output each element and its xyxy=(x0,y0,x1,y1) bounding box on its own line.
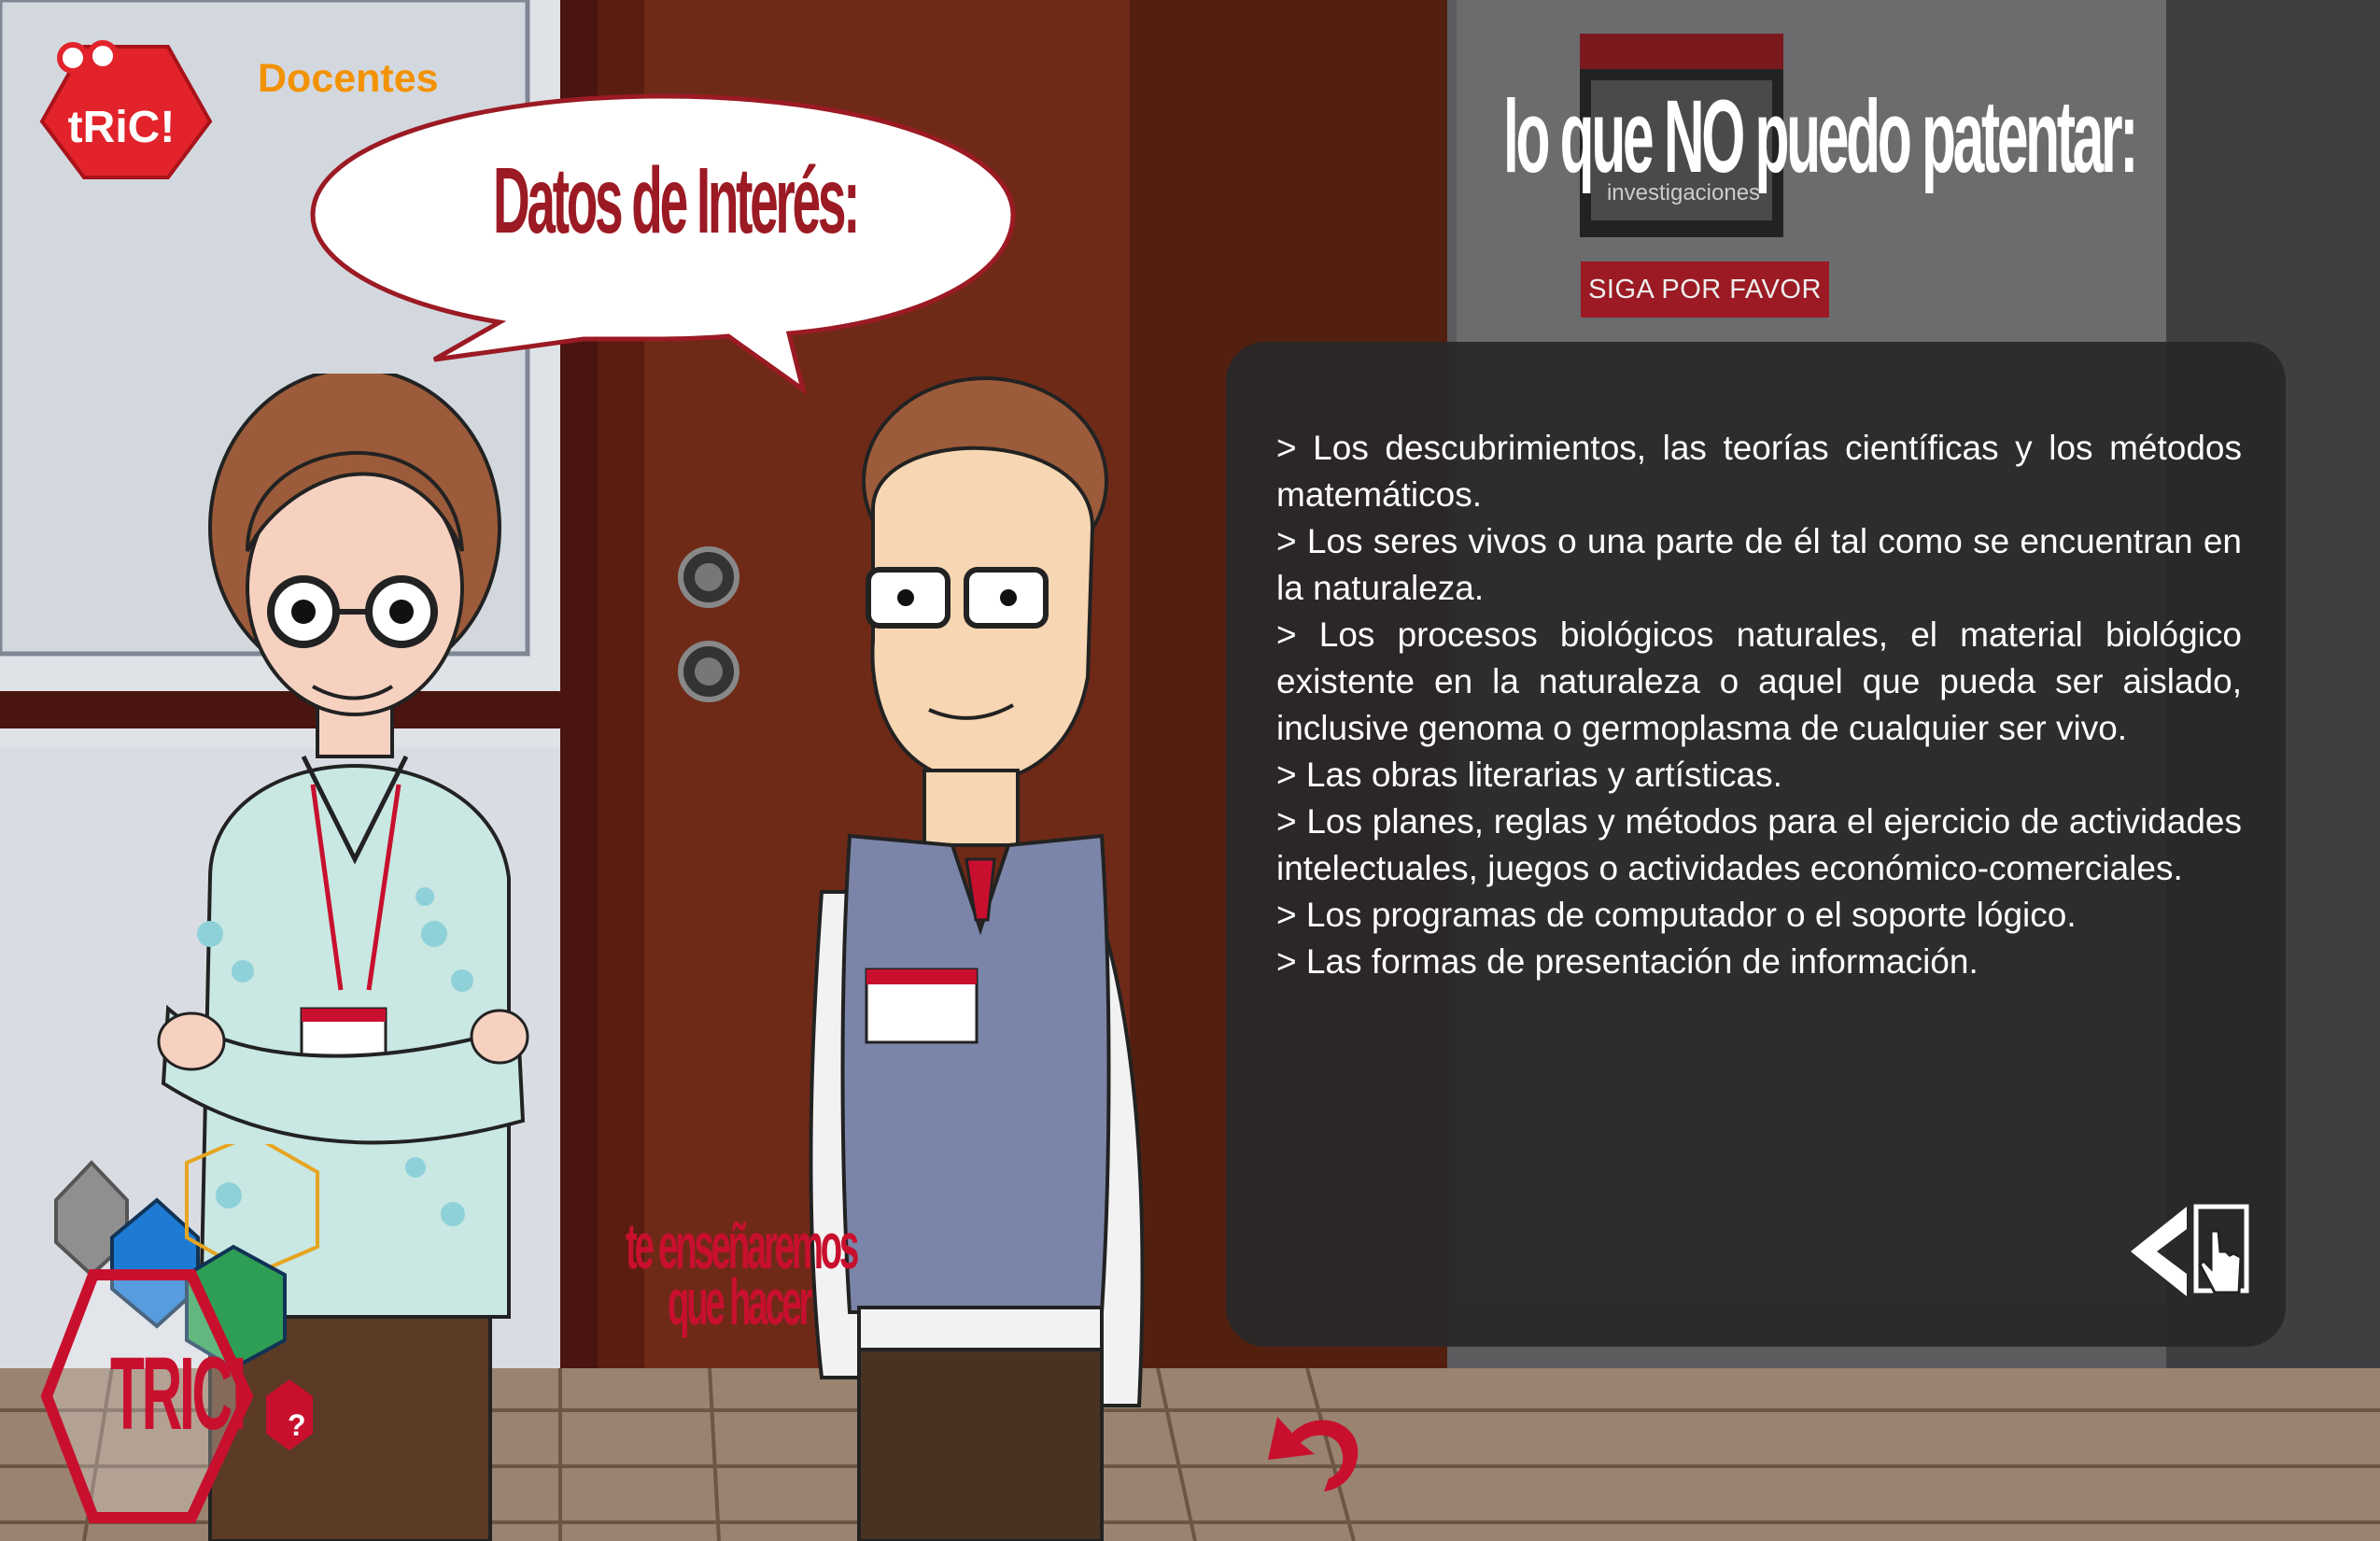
siga-por-favor-button[interactable]: SIGA POR FAVOR xyxy=(1581,262,1829,318)
info-item: > Las obras literarias y artísticas. xyxy=(1276,756,1782,794)
info-item: > Los descubrimientos, las teorías cient… xyxy=(1276,429,2242,514)
bubble-title: Datos de Interés: xyxy=(493,148,860,253)
page-title: lo que NO puedo patentar: xyxy=(1503,79,2138,194)
logo-text: tRiC! xyxy=(68,103,176,152)
info-item: > Los planes, reglas y métodos para el e… xyxy=(1276,802,2242,887)
poster-line-2: que hacer xyxy=(668,1265,812,1338)
teacher-man-character xyxy=(809,376,1145,1541)
info-item: > Las formas de presentación de informac… xyxy=(1276,942,1979,981)
help-label[interactable]: ? xyxy=(288,1408,306,1443)
tric-logo[interactable]: tRiC! xyxy=(28,37,215,187)
previous-arrow-icon[interactable] xyxy=(2131,1207,2189,1296)
hand-pointer-icon[interactable] xyxy=(2192,1203,2250,1300)
info-item: > Los seres vivos o una parte de él tal … xyxy=(1276,522,2242,607)
return-arrow-icon[interactable] xyxy=(1263,1406,1361,1494)
hex-tric-label[interactable]: TRIC! xyxy=(110,1343,248,1446)
info-item: > Los procesos biológicos naturales, el … xyxy=(1276,615,2242,747)
info-list: > Los descubrimientos, las teorías cient… xyxy=(1276,425,2242,985)
info-item: > Los programas de computador o el sopor… xyxy=(1276,896,2077,934)
